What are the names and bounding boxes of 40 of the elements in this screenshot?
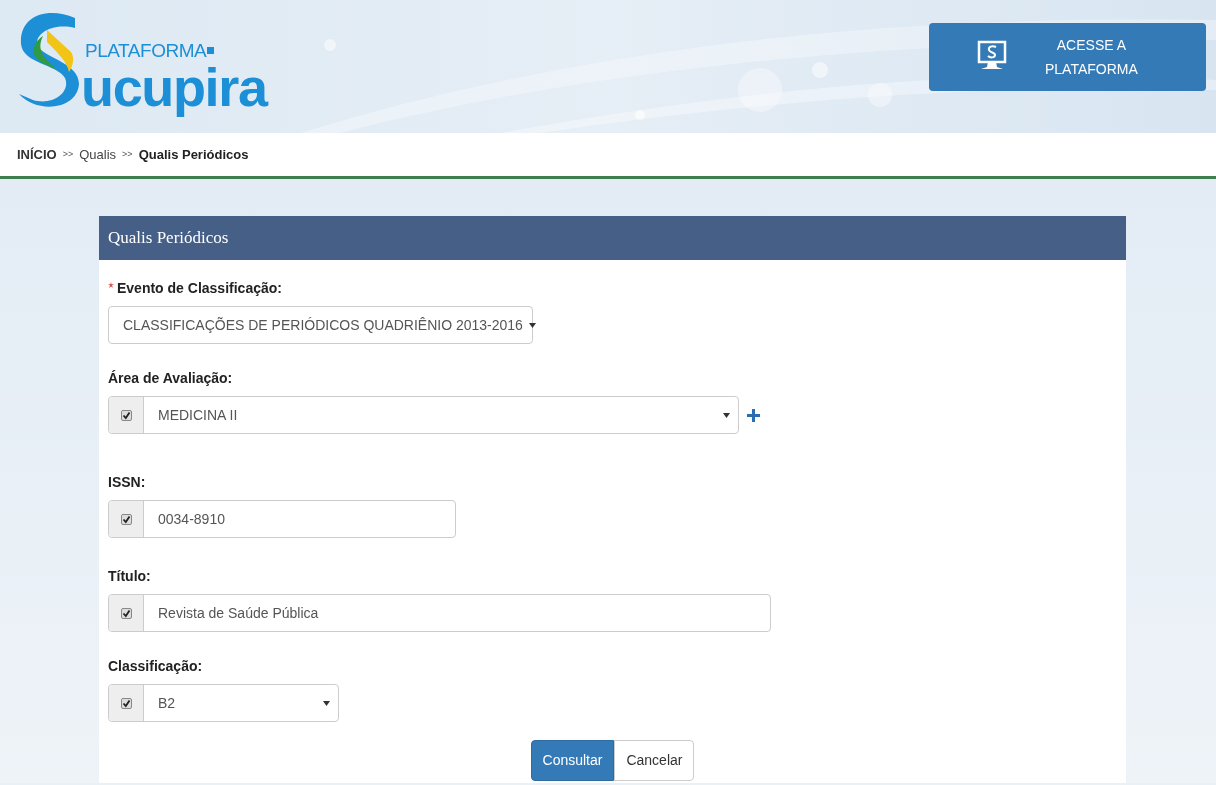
check-icon (121, 410, 131, 420)
breadcrumb-link[interactable]: Qualis (79, 144, 117, 165)
selected-value: CLASSIFICAÇÕES DE PERIÓDICOS QUADRIÊNIO 2013-2016 (123, 315, 523, 335)
dropdown-arrow-icon (323, 700, 330, 706)
check-icon (121, 698, 131, 708)
input-field[interactable]: Revista de Saúde Pública (108, 594, 771, 632)
breadcrumb-separator: >> (62, 147, 74, 161)
checkbox[interactable] (120, 697, 132, 709)
field-label: Título: (108, 566, 151, 586)
access-platform-button[interactable]: ACESSE A PLATAFORMA (929, 23, 1206, 91)
checkbox[interactable] (120, 513, 132, 525)
field-label: ISSN: (108, 472, 146, 492)
add-icon[interactable] (747, 408, 760, 422)
dropdown[interactable]: B2 (108, 684, 339, 722)
cancel-button[interactable]: Cancelar (614, 740, 695, 781)
input-field[interactable]: 0034-8910 (108, 500, 456, 538)
checkbox[interactable] (120, 607, 132, 619)
panel-title: Qualis Periódicos (108, 227, 229, 250)
selected-value: MEDICINA II (158, 405, 239, 425)
button-label: ACESSE A (1056, 36, 1127, 55)
field-label: Área de Avaliação: (108, 368, 233, 388)
input-value: 0034-8910 (158, 509, 226, 529)
dropdown[interactable]: MEDICINA II (108, 396, 739, 434)
breadcrumb-current: Qualis Periódicos (138, 145, 249, 164)
button-label: PLATAFORMA (1045, 60, 1138, 79)
logo-square-icon (207, 47, 215, 54)
search-button[interactable]: Consultar (530, 740, 615, 781)
breadcrumb-link[interactable]: INÍCIO (17, 144, 57, 165)
selected-value: B2 (158, 693, 177, 713)
breadcrumb-separator: >> (122, 147, 133, 161)
dropdown-arrow-icon (723, 412, 730, 418)
input-value: Revista de Saúde Pública (158, 603, 320, 623)
checkbox[interactable] (120, 409, 132, 421)
dropdown-arrow-icon (528, 322, 536, 328)
field-label: Classificação: (108, 656, 203, 676)
check-icon (121, 514, 131, 524)
logo-subtitle: PLATAFORMA (85, 41, 207, 60)
field-label: Evento de Classificação: (117, 278, 282, 298)
dropdown[interactable]: CLASSIFICAÇÕES DE PERIÓDICOS QUADRIÊNIO 2013-2016 (108, 306, 533, 344)
check-icon (121, 608, 131, 618)
